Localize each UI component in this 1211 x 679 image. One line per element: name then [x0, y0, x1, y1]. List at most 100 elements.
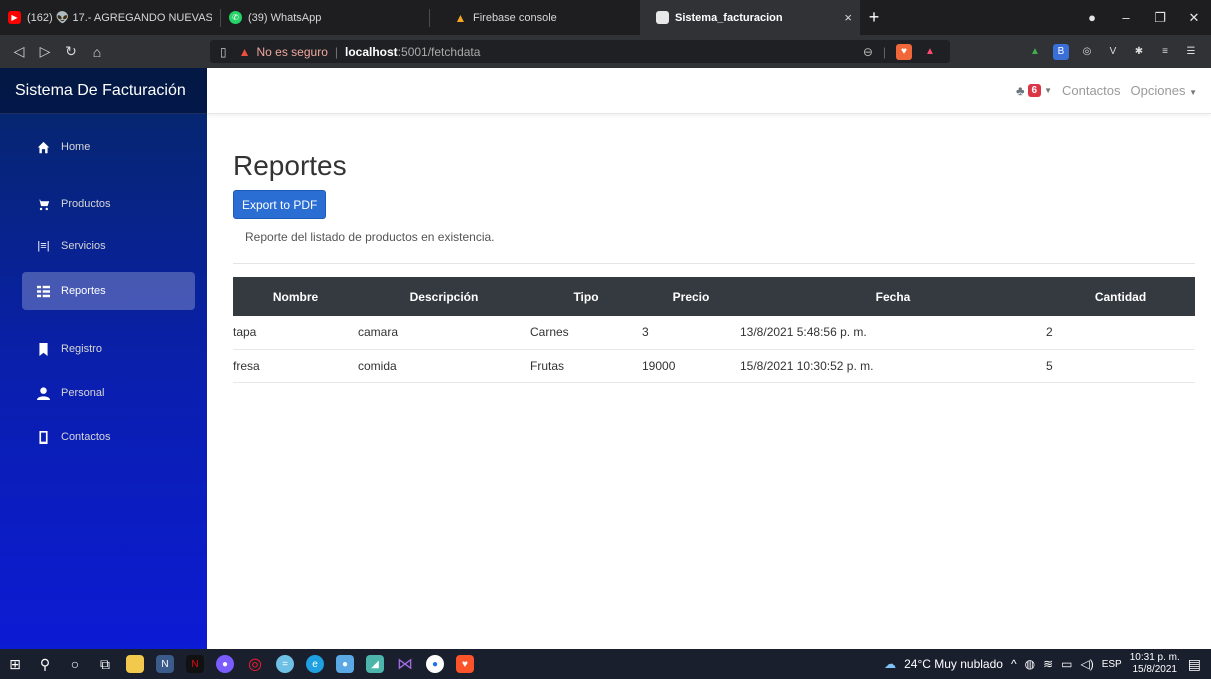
bookmark-page-icon[interactable]: ▯ — [220, 45, 227, 59]
url-host: localhost — [345, 44, 398, 59]
sidebar-item-personal[interactable]: Personal — [22, 374, 195, 412]
cell-nombre: tapa — [233, 316, 358, 350]
battery-icon[interactable]: ▭ — [1061, 657, 1072, 671]
user-icon — [37, 386, 50, 400]
url-path: :5001/fetchdata — [397, 44, 481, 59]
edge-icon[interactable]: e — [300, 649, 330, 679]
warning-icon: ▲ — [238, 44, 251, 59]
app-brand[interactable]: Sistema De Facturación — [0, 68, 207, 114]
language-indicator[interactable]: ESP — [1102, 659, 1122, 670]
netflix-icon[interactable]: N — [180, 649, 210, 679]
drive-extension-icon[interactable]: ▲ — [1027, 44, 1043, 60]
browser-tab-sistema-facturacion[interactable]: Sistema_facturacion × — [640, 0, 860, 35]
weather-icon: ☁ — [884, 657, 897, 671]
sidebar-item-contactos[interactable]: Contactos — [22, 418, 195, 456]
browser-tab-firebase[interactable]: ▲ Firebase console — [430, 0, 640, 35]
browser-toolbar: ◁ ▷ ↻ ⌂ ▯ ▲ No es seguro | localhost :50… — [0, 35, 1211, 68]
forward-icon[interactable]: ▷ — [32, 43, 58, 60]
cell-descripcion: camara — [358, 316, 530, 350]
meet-app-icon[interactable]: ● — [330, 649, 360, 679]
window-controls: ● – ❐ ✕ — [1075, 0, 1211, 35]
file-explorer-icon[interactable] — [120, 649, 150, 679]
tab-label: (39) WhatsApp — [248, 11, 322, 24]
search-icon[interactable]: ⚲ — [30, 649, 60, 679]
sidebar-item-servicios[interactable]: |≡| Servicios — [22, 227, 195, 265]
volume-icon[interactable]: ◁) — [1080, 657, 1093, 671]
products-table: Nombre Descripción Tipo Precio Fecha Can… — [233, 277, 1195, 383]
zoom-icon[interactable]: ⊖ — [863, 45, 873, 59]
cell-cantidad: 5 — [1046, 349, 1195, 383]
sidebar-item-productos[interactable]: Productos — [22, 185, 195, 223]
cortana-icon[interactable]: ○ — [60, 649, 90, 679]
browser-tab-whatsapp[interactable]: ✆ (39) WhatsApp — [221, 0, 429, 35]
network-icon[interactable]: ◍ — [1025, 657, 1035, 671]
sidebar-item-label: Reportes — [61, 285, 106, 297]
bell-icon: ♣ — [1015, 83, 1025, 98]
export-pdf-button[interactable]: Export to PDF — [233, 190, 327, 219]
task-view-icon[interactable]: ⧉ — [90, 649, 120, 679]
cell-fecha: 13/8/2021 5:48:56 p. m. — [740, 316, 1046, 350]
security-warning[interactable]: No es seguro — [257, 45, 328, 59]
cell-nombre: fresa — [233, 349, 358, 383]
visual-studio-icon[interactable]: ⋈ — [390, 649, 420, 679]
tab-label: Sistema_facturacion — [675, 11, 783, 24]
weather-text[interactable]: 24°C Muy nublado — [904, 657, 1003, 671]
menu-icon[interactable]: ☰ — [1183, 44, 1199, 60]
brave-shield-icon[interactable]: ♥ — [896, 43, 912, 60]
chevron-up-icon[interactable]: ^ — [1011, 657, 1017, 671]
sidebar-item-label: Registro — [61, 343, 102, 355]
home-browser-icon[interactable]: ⌂ — [84, 44, 110, 60]
sidebar-item-reportes[interactable]: Reportes — [22, 272, 195, 310]
clock[interactable]: 10:31 p. m. 15/8/2021 — [1130, 652, 1180, 676]
close-tab-icon[interactable]: × — [836, 10, 852, 25]
services-icon: |≡| — [37, 240, 50, 252]
extension-icon[interactable]: ◎ — [1079, 44, 1095, 60]
playlist-icon[interactable]: ≡ — [1157, 44, 1173, 60]
minimize-icon[interactable]: – — [1109, 10, 1143, 25]
notifications-center-icon[interactable]: ▤ — [1188, 656, 1201, 673]
cell-tipo: Carnes — [530, 316, 642, 350]
phone-icon — [37, 430, 50, 444]
restore-icon[interactable]: ❐ — [1143, 10, 1177, 26]
tab-label: Firebase console — [473, 11, 557, 24]
address-bar[interactable]: ▯ ▲ No es seguro | localhost :5001/fetch… — [210, 40, 950, 63]
contactos-link[interactable]: Contactos — [1062, 83, 1121, 98]
sidebar-item-registro[interactable]: Registro — [22, 330, 195, 368]
notes-app-icon[interactable]: ◢ — [360, 649, 390, 679]
notifications-dropdown[interactable]: ♣ 6 ▼ — [1016, 83, 1052, 98]
browser-tab-youtube[interactable]: ▶ (162) 👽 17.- AGREGANDO NUEVAS F — [0, 0, 220, 35]
translate-extension-icon[interactable]: B — [1053, 43, 1069, 60]
url-divider: | — [334, 44, 338, 59]
profile-icon[interactable]: ● — [1075, 10, 1109, 25]
clock-time: 10:31 p. m. — [1129, 652, 1180, 663]
chat-app-icon[interactable]: = — [270, 649, 300, 679]
new-tab-button[interactable]: + — [860, 7, 888, 28]
cell-descripcion: comida — [358, 349, 530, 383]
close-window-icon[interactable]: ✕ — [1177, 10, 1211, 26]
vue-extension-icon[interactable]: V — [1105, 44, 1121, 60]
column-header-fecha: Fecha — [875, 289, 911, 304]
page-title: Reportes — [233, 150, 347, 181]
brave-rewards-icon[interactable]: ▲ — [922, 44, 938, 60]
app-icon[interactable]: N — [150, 649, 180, 679]
firebase-icon: ▲ — [454, 10, 467, 25]
cell-fecha: 15/8/2021 10:30:52 p. m. — [740, 349, 1046, 383]
puzzle-icon[interactable]: ✱ — [1131, 44, 1147, 60]
opciones-dropdown[interactable]: Opciones ▼ — [1131, 83, 1197, 98]
clock-date: 15/8/2021 — [1132, 664, 1178, 675]
notification-badge: 6 — [1027, 84, 1042, 97]
media-app-icon[interactable]: ● — [210, 649, 240, 679]
sidebar-item-label: Servicios — [61, 240, 106, 252]
back-icon[interactable]: ◁ — [6, 43, 32, 60]
youtube-icon: ▶ — [8, 11, 21, 24]
reload-icon[interactable]: ↻ — [58, 43, 84, 60]
chrome-icon[interactable]: ● — [420, 649, 450, 679]
wifi-icon[interactable]: ≋ — [1043, 657, 1053, 671]
cell-precio: 19000 — [642, 349, 740, 383]
brave-icon[interactable]: ♥ — [450, 649, 480, 679]
windows-start-icon[interactable]: ⊞ — [0, 649, 30, 679]
opera-icon[interactable]: ◎ — [240, 649, 270, 679]
opciones-label: Opciones — [1130, 83, 1186, 98]
sidebar-item-label: Personal — [61, 387, 105, 399]
sidebar-item-home[interactable]: Home — [22, 128, 195, 166]
